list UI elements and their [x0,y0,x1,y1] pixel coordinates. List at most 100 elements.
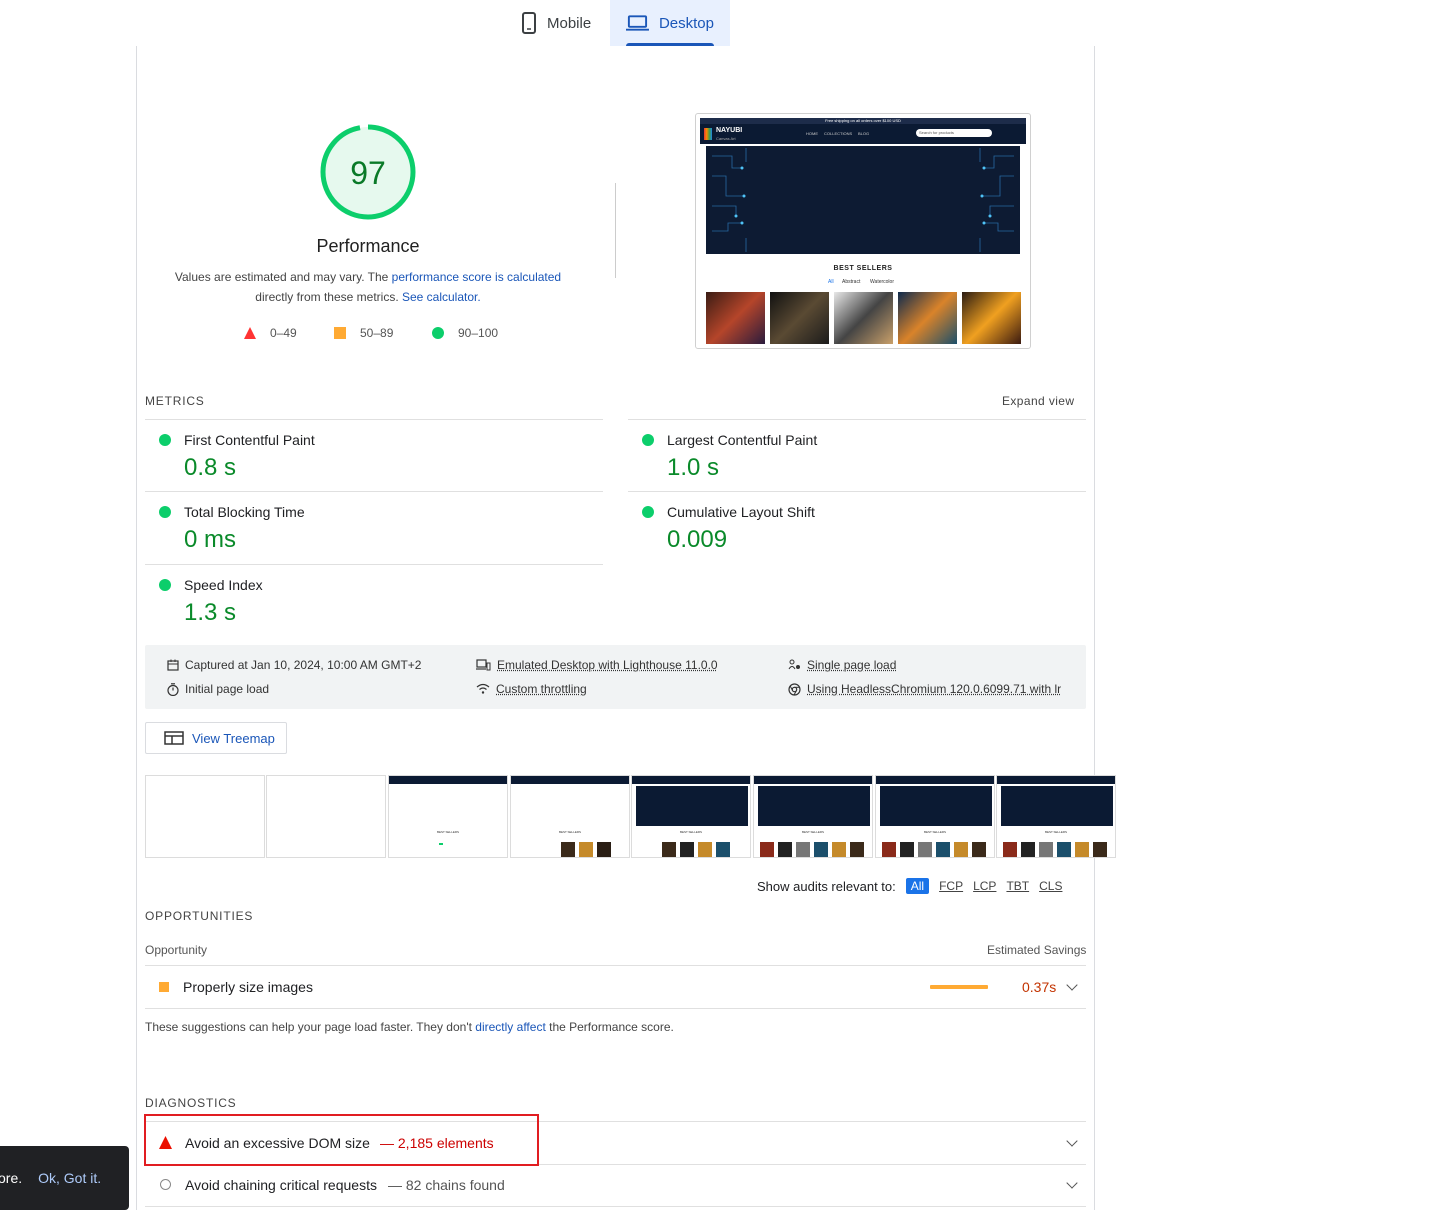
filmstrip-frame [266,775,386,858]
audits-filter-label: Show audits relevant to: [757,878,896,894]
divider [145,419,603,420]
chevron-down-icon [1066,1177,1078,1189]
preview-nav-item: COLLECTIONS [824,131,853,136]
calendar-icon [167,659,179,671]
divider [145,1008,1086,1009]
gauge-description: Values are estimated and may vary. The p… [174,270,562,304]
chevron-down-icon [1066,1135,1078,1147]
product-thumb [962,292,1021,344]
product-thumb [834,292,893,344]
pass-dot-icon [159,579,171,591]
score-calc-link[interactable]: performance score is calculated [392,270,561,284]
score-value: 97 [350,155,386,191]
preview-filter: Abstract [842,279,861,285]
directly-affect-link[interactable]: directly affect [475,1020,545,1034]
savings-value: 0.37s [1022,979,1057,995]
audit-title: Avoid chaining critical requests [185,1177,377,1193]
pass-dot-icon [642,506,654,518]
highlight-annotation [144,1114,539,1166]
metric-value: 0.8 s [184,454,237,481]
preview-nav-item: BLOG [858,131,870,136]
product-thumb [706,292,765,344]
filter-cls[interactable]: CLS [1039,879,1062,893]
triangle-icon [244,327,256,339]
single-page-load[interactable]: Single page load [788,658,896,672]
ok-got-it-button[interactable]: Ok, Got it. [38,1170,101,1186]
savings-column-header: Estimated Savings [987,943,1087,957]
preview-search: Search for products [916,129,992,137]
filmstrip-frame: BEST SELLERS [510,775,630,858]
filmstrip-frame: BEST SELLERS [753,775,873,858]
audit-detail: — 82 chains found [388,1177,505,1193]
throttling[interactable]: Custom throttling [476,682,587,696]
divider [145,564,603,565]
preview-best-sellers: BEST SELLERS [833,265,893,272]
treemap-icon [164,731,184,745]
legend-fail: 0–49 [244,326,297,340]
audit-critical-requests[interactable]: Avoid chaining critical requests — 82 ch… [145,1165,1086,1205]
pass-dot-icon [159,506,171,518]
devices-icon [476,659,491,671]
filmstrip-frame [145,775,265,858]
tab-label: Mobile [547,14,592,32]
runtime-settings: Captured at Jan 10, 2024, 10:00 AM GMT+2… [145,645,1086,709]
divider [615,183,616,278]
average-square-icon [159,982,169,992]
divider [145,491,603,492]
expand-view-toggle[interactable]: Expand view [1002,394,1074,408]
filter-all[interactable]: All [905,878,930,894]
filmstrip-frame: BEST SELLERS [631,775,751,858]
timer-icon [167,682,179,696]
pass-dot-icon [642,434,654,446]
preview-filter: All [828,279,834,285]
savings-bar [930,985,988,989]
opportunities-title: OPPORTUNITIES [145,909,254,923]
filter-tbt[interactable]: TBT [1006,879,1029,893]
audit-properly-size-images[interactable]: Properly size images 0.37s [145,966,1086,1008]
filter-fcp[interactable]: FCP [939,879,963,893]
product-thumb [898,292,957,344]
legend-average: 50–89 [334,326,393,340]
metric-value: 1.3 s [184,599,237,626]
metric-value: 1.0 s [667,454,720,481]
legend-pass: 90–100 [432,326,498,340]
view-treemap-button[interactable]: View Treemap [145,722,287,754]
tab-mobile[interactable]: Mobile [505,0,607,46]
preview-header: NAYUBI Canvas Art HOME COLLECTIONS BLOG … [700,124,1026,144]
divider [628,491,1086,492]
filmstrip-frame: BEST SELLERS [875,775,995,858]
metric-label: Total Blocking Time [184,504,305,520]
final-screenshot[interactable]: Free shipping on all orders over $100 US… [695,113,1031,349]
circle-icon [432,327,444,339]
chevron-down-icon [1066,979,1078,991]
preview-brand: NAYUBI [716,127,743,134]
cookie-toast: ore. Ok, Got it. [0,1146,129,1210]
wifi-icon [476,683,490,694]
preview-brand-sub: Canvas Art [716,136,736,141]
metric-value: 0 ms [184,526,237,553]
brand-logo-icon [704,128,712,140]
opportunities-note: These suggestions can help your page loa… [145,1020,674,1034]
metric-label: Largest Contentful Paint [667,432,818,448]
filmstrip-frame: BEST SELLERS [996,775,1116,858]
browser-version[interactable]: Using HeadlessChromium 120.0.6099.71 wit… [788,682,1061,696]
divider [145,1206,1086,1207]
preview-hero [706,146,1020,254]
see-calculator-link[interactable]: See calculator. [402,290,481,304]
metric-label: First Contentful Paint [184,432,315,448]
metrics-title: METRICS [145,394,205,408]
frame-border-right [1094,46,1095,1210]
audits-filter: Show audits relevant to: All FCP LCP TBT… [757,878,1062,894]
filter-lcp[interactable]: LCP [973,879,996,893]
preview-filter: Watercolor [870,279,894,285]
toast-text: ore. [0,1170,23,1186]
initial-page-load: Initial page load [167,682,269,696]
laptop-icon [626,15,649,31]
emulated-device[interactable]: Emulated Desktop with Lighthouse 11.0.0 [476,658,718,672]
phone-icon [522,12,536,34]
filmstrip-frame: BEST SELLERS [388,775,508,858]
product-thumb [770,292,829,344]
divider [628,419,1086,420]
pass-dot-icon [159,434,171,446]
tab-desktop[interactable]: Desktop [610,0,730,46]
